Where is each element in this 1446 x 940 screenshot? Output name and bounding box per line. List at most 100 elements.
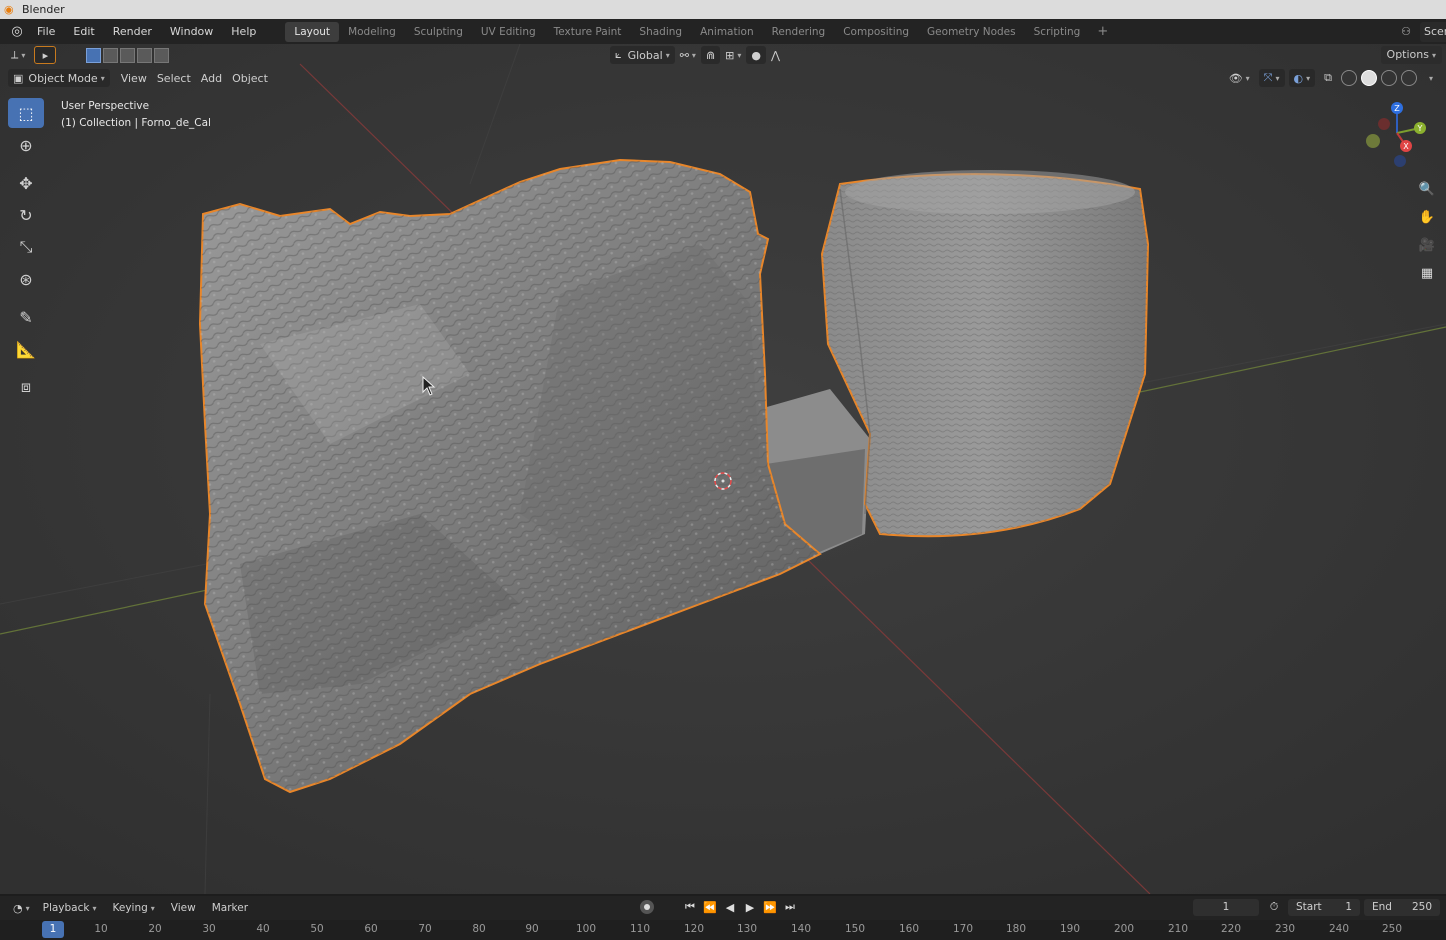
3d-viewport[interactable] (0, 44, 1446, 894)
pivot-icon: ⚯ (679, 48, 689, 62)
xray-toggle[interactable]: ⧉ (1319, 69, 1337, 87)
rendered-shading-icon[interactable] (1400, 70, 1417, 86)
viewport-scene (0, 44, 1446, 894)
ruler-tick-label: 140 (790, 923, 812, 935)
move-tool-icon[interactable]: ✥ (8, 168, 44, 198)
overlays-toggle[interactable]: ◐ ▾ (1288, 69, 1316, 87)
ruler-tick-label: 200 (1113, 923, 1135, 935)
start-value: 1 (1345, 901, 1352, 913)
tab-uv-editing[interactable]: UV Editing (472, 22, 545, 42)
preview-range-icon[interactable]: ⏱ (1266, 899, 1282, 915)
ortho-grid-icon[interactable]: ▦ (1416, 260, 1438, 286)
annotate-tool-icon[interactable]: ✎ (8, 302, 44, 332)
scale-tool-icon[interactable]: ⤡ (8, 232, 44, 262)
tab-texture-paint[interactable]: Texture Paint (545, 22, 631, 42)
select-box-tool-icon[interactable]: ⬚ (8, 98, 44, 128)
ruler-tick-label: 60 (364, 923, 378, 935)
solid-shading-icon[interactable] (1360, 70, 1377, 86)
tab-geometry-nodes[interactable]: Geometry Nodes (918, 22, 1025, 42)
measure-tool-icon[interactable]: 📐 (8, 334, 44, 364)
ruler-tick-label: 190 (1059, 923, 1081, 935)
menu-add[interactable]: Add (196, 69, 227, 87)
pivot-point-dropdown[interactable]: ⚯ ▾ (675, 46, 701, 64)
xray-icon: ⧉ (1324, 71, 1332, 84)
visibility-dropdown[interactable]: 👁 ▾ (1224, 69, 1255, 87)
camera-view-icon[interactable]: 🎥 (1416, 232, 1438, 258)
record-button[interactable] (640, 900, 654, 914)
active-tool-button[interactable]: ▸ (34, 46, 57, 64)
top-menu-bar: ◎ File Edit Render Window Help Layout Mo… (0, 19, 1446, 44)
pan-hand-icon[interactable]: ✋ (1416, 204, 1438, 230)
add-workspace-button[interactable]: + (1089, 24, 1116, 39)
ruler-tick-label: 10 (94, 923, 108, 935)
gizmo-x-label: X (1403, 142, 1409, 151)
add-cube-tool-icon[interactable]: ⧈ (8, 372, 44, 402)
scene-name[interactable]: Scer (1420, 21, 1446, 42)
ruler-tick-label: 110 (629, 923, 651, 935)
collection-label: (1) Collection | Forno_de_Cal (61, 116, 211, 129)
timeline-menu-playback[interactable]: Playback ▾ (35, 902, 105, 914)
snap-magnet-icon: ⋒ (705, 48, 716, 62)
shading-options-dropdown[interactable]: ▾ (1421, 69, 1438, 87)
tool-shelf: ⬚ ⊕ ✥ ↻ ⤡ ⊛ ✎ 📐 ⧈ (8, 98, 44, 404)
select-new-icon[interactable] (86, 47, 102, 63)
timeline-menu-keying[interactable]: Keying ▾ (105, 902, 163, 914)
tab-compositing[interactable]: Compositing (834, 22, 918, 42)
menu-window[interactable]: Window (161, 19, 222, 44)
menu-help[interactable]: Help (222, 19, 265, 44)
select-extend-icon[interactable] (103, 47, 119, 63)
menu-select[interactable]: Select (152, 69, 196, 87)
end-frame-field[interactable]: End 250 (1364, 899, 1440, 916)
start-frame-field[interactable]: Start 1 (1288, 899, 1360, 916)
editor-type-selector[interactable]: ⟂ ▾ (6, 46, 30, 64)
play-icon[interactable]: ▶ (742, 899, 758, 915)
clock-icon: ◔ (13, 901, 23, 915)
prev-keyframe-icon[interactable]: ⏪ (702, 899, 718, 915)
playback-label: Playback (42, 902, 90, 914)
menu-render[interactable]: Render (104, 19, 161, 44)
material-shading-icon[interactable] (1380, 70, 1397, 86)
tab-modeling[interactable]: Modeling (339, 22, 405, 42)
rotate-tool-icon[interactable]: ↻ (8, 200, 44, 230)
jump-start-icon[interactable]: ⏮ (682, 899, 698, 915)
snap-toggle[interactable]: ⋒ (700, 46, 721, 64)
menu-view[interactable]: View (116, 69, 152, 87)
playhead-frame[interactable]: 1 (42, 921, 64, 938)
timeline-editor-type[interactable]: ◔ ▾ (8, 899, 35, 917)
current-frame-field[interactable]: 1 (1193, 899, 1259, 916)
gizmo-toggle[interactable]: ⤧ ▾ (1258, 69, 1285, 87)
select-subtract-icon[interactable] (120, 47, 136, 63)
timeline-menu-view[interactable]: View (163, 902, 204, 914)
jump-end-icon[interactable]: ⏭ (782, 899, 798, 915)
menu-file[interactable]: File (28, 19, 64, 44)
gizmo-icon: ⤧ (1263, 71, 1273, 84)
select-intersect-icon[interactable] (154, 47, 170, 63)
zoom-icon[interactable]: 🔍 (1416, 176, 1438, 202)
proportional-edit-toggle[interactable]: ● (746, 46, 766, 64)
falloff-dropdown[interactable]: ⋀ (766, 46, 785, 64)
navigation-gizmo[interactable]: Z Y X (1362, 100, 1432, 170)
next-keyframe-icon[interactable]: ⏩ (762, 899, 778, 915)
select-invert-icon[interactable] (137, 47, 153, 63)
wireframe-shading-icon[interactable] (1340, 70, 1357, 86)
tab-shading[interactable]: Shading (630, 22, 691, 42)
transform-tool-icon[interactable]: ⊛ (8, 264, 44, 294)
orientation-dropdown[interactable]: ⟀ Global ▾ (610, 46, 675, 64)
tab-scripting[interactable]: Scripting (1025, 22, 1090, 42)
tab-rendering[interactable]: Rendering (763, 22, 835, 42)
blender-menu-icon[interactable]: ◎ (6, 21, 28, 43)
object-mode-dropdown[interactable]: ▣ Object Mode ▾ (8, 69, 110, 87)
options-dropdown[interactable]: Options ▾ (1380, 46, 1442, 64)
timeline-menu-marker[interactable]: Marker (204, 902, 256, 914)
menu-object[interactable]: Object (227, 69, 273, 87)
tab-layout[interactable]: Layout (285, 21, 340, 42)
tab-animation[interactable]: Animation (691, 22, 763, 42)
snap-target-dropdown[interactable]: ⊞ ▾ (720, 46, 746, 64)
cursor-tool-icon[interactable]: ⊕ (8, 130, 44, 160)
menu-edit[interactable]: Edit (64, 19, 103, 44)
ruler-tick-label: 130 (736, 923, 758, 935)
ruler-tick-label: 20 (148, 923, 162, 935)
play-reverse-icon[interactable]: ◀ (722, 899, 738, 915)
tab-sculpting[interactable]: Sculpting (405, 22, 472, 42)
scene-selector[interactable]: ⚇ Scer (1392, 21, 1446, 42)
